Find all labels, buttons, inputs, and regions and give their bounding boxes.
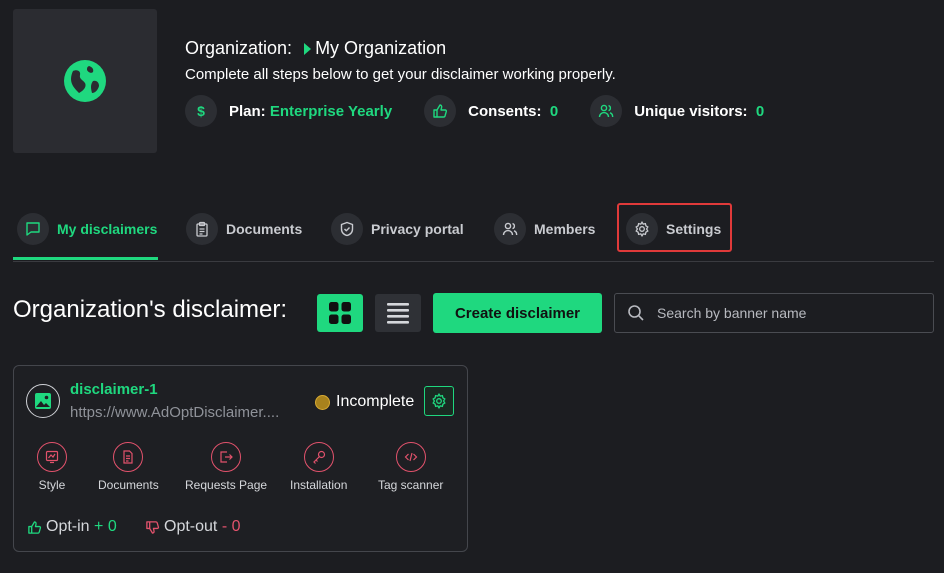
users-icon [590, 95, 623, 127]
visitors-value: 0 [755, 102, 765, 120]
optin-stat: Opt-in + 0 [27, 518, 117, 536]
message-square-icon [17, 213, 49, 245]
exit-arrow-icon [211, 442, 242, 472]
grid-view-button[interactable] [317, 294, 363, 332]
image-icon [26, 384, 60, 418]
visitors-label: Unique visitors: [634, 102, 748, 120]
organization-subtitle: Complete all steps below to get your dis… [185, 66, 616, 83]
list-icon [387, 303, 409, 324]
search-icon [628, 305, 644, 321]
document-icon [113, 442, 144, 472]
tag-scanner-action[interactable]: Tag scanner [378, 442, 443, 492]
settings-highlight-box [617, 203, 732, 252]
active-tab-indicator [13, 257, 158, 260]
consents-value: 0 [549, 102, 559, 120]
tab-my-disclaimers[interactable]: My disclaimers [17, 213, 157, 245]
optout-stat: Opt-out - 0 [145, 518, 240, 536]
action-label: Documents [98, 478, 159, 492]
page-title: Organization's disclaimer: [13, 296, 288, 323]
optout-value: - 0 [221, 518, 241, 535]
disclaimer-name[interactable]: disclaimer-1 [70, 381, 158, 398]
action-label: Requests Page [185, 478, 268, 492]
palette-icon [37, 442, 67, 472]
disclaimer-url: https://www.AdOptDisclaimer.... [70, 404, 280, 421]
clipboard-icon [186, 213, 218, 245]
optin-value: + 0 [94, 518, 117, 535]
shield-icon [331, 213, 363, 245]
organization-label: Organization: [185, 38, 293, 58]
action-label: Tag scanner [378, 478, 444, 492]
globe-icon [64, 60, 106, 102]
key-icon [303, 442, 334, 472]
visitors-stat: Unique visitors: 0 [590, 95, 764, 127]
organization-logo [13, 9, 157, 153]
disclaimer-settings-button[interactable] [424, 386, 454, 416]
plan-stat: $ Plan: Enterprise Yearly [185, 95, 392, 127]
tab-label: Documents [226, 221, 303, 237]
stats-bar: $ Plan: Enterprise Yearly Consents: 0 Un… [185, 95, 796, 127]
organization-name[interactable]: My Organization [315, 38, 446, 59]
tab-label: Members [534, 221, 596, 237]
gear-icon [432, 393, 446, 409]
action-label: Style [38, 478, 66, 492]
dollar-icon: $ [185, 95, 217, 127]
thumbs-up-icon [424, 95, 457, 127]
tab-documents[interactable]: Documents [186, 213, 302, 245]
code-icon [395, 442, 426, 472]
disclaimer-card[interactable]: disclaimer-1 https://www.AdOptDisclaimer… [13, 365, 468, 552]
consents-stat: Consents: 0 [424, 95, 558, 127]
thumbs-down-icon [146, 520, 160, 534]
installation-action[interactable]: Installation [290, 442, 347, 492]
action-label: Installation [290, 478, 348, 492]
grid-icon [329, 302, 351, 324]
status-dot-icon [315, 394, 330, 410]
plan-value: Enterprise Yearly [269, 102, 393, 120]
list-view-button[interactable] [375, 294, 421, 332]
users-icon [494, 213, 526, 245]
search-input[interactable] [655, 304, 919, 322]
svg-text:$: $ [197, 103, 205, 119]
organization-heading: Organization: My Organization [185, 38, 446, 59]
optout-label: Opt-out [164, 518, 218, 535]
consents-label: Consents: [468, 102, 542, 120]
documents-action[interactable]: Documents [98, 442, 159, 492]
tab-label: Privacy portal [371, 221, 464, 237]
status-badge: Incomplete [315, 393, 414, 411]
caret-right-icon [304, 42, 312, 55]
style-action[interactable]: Style [37, 442, 67, 492]
tab-privacy-portal[interactable]: Privacy portal [331, 213, 464, 245]
status-label: Incomplete [336, 393, 415, 410]
search-box [614, 293, 934, 333]
optin-label: Opt-in [46, 518, 90, 535]
thumbs-up-icon [28, 520, 42, 534]
plan-label: Plan: [229, 102, 266, 120]
create-disclaimer-button[interactable]: Create disclaimer [433, 293, 602, 333]
tab-label: My disclaimers [57, 221, 158, 237]
tab-members[interactable]: Members [494, 213, 595, 245]
requests-page-action[interactable]: Requests Page [185, 442, 267, 492]
tab-bar: My disclaimers Documents Privacy portal … [13, 205, 934, 262]
